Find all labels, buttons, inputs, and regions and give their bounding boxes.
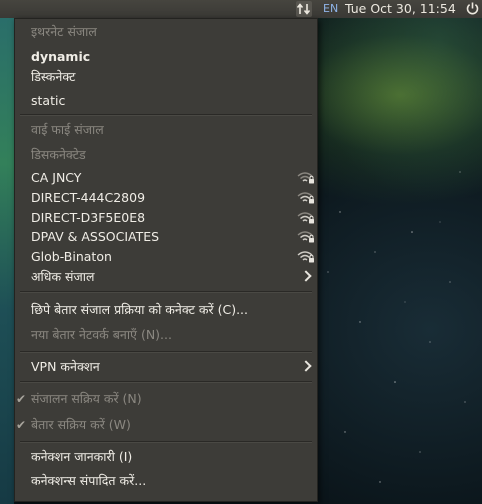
top-panel: EN Tue Oct 30, 11:54 xyxy=(0,0,482,18)
wifi-network-item[interactable]: CA JNCY xyxy=(15,168,317,188)
menu-separator xyxy=(20,351,312,353)
more-networks-item[interactable]: अधिक संजाल xyxy=(15,267,317,287)
network-menu: इथरनेट संजाल dynamic डिस्कनेक्ट static व… xyxy=(14,18,318,502)
enable-networking-item[interactable]: ✔ संजालन सक्रिय करें (N) xyxy=(15,389,317,409)
power-icon[interactable] xyxy=(465,1,480,16)
checkmark-icon: ✔ xyxy=(16,418,27,432)
checkmark-icon: ✔ xyxy=(16,392,27,406)
wifi-network-item[interactable]: DIRECT-D3F5E0E8 xyxy=(15,208,317,228)
menu-separator xyxy=(20,441,312,443)
wifi-network-item[interactable]: DPAV & ASSOCIATES xyxy=(15,227,317,247)
enable-wireless-item[interactable]: ✔ बेतार सक्रिय करें (W) xyxy=(15,415,317,435)
wifi-secure-icon xyxy=(297,251,314,263)
launcher-edge xyxy=(0,18,14,504)
ethernet-static-item[interactable]: static xyxy=(15,91,317,111)
connection-information-item[interactable]: कनेक्शन जानकारी (I) xyxy=(15,447,317,467)
wifi-secure-icon xyxy=(297,231,314,243)
wifi-secure-icon xyxy=(297,212,314,224)
wifi-network-item[interactable]: DIRECT-444C2809 xyxy=(15,188,317,208)
ethernet-section-header: इथरनेट संजाल xyxy=(31,24,97,39)
wifi-network-item[interactable]: Glob-Binaton xyxy=(15,247,317,267)
menu-separator xyxy=(20,291,312,293)
clock[interactable]: Tue Oct 30, 11:54 xyxy=(345,1,456,17)
wifi-secure-icon xyxy=(297,172,314,184)
wifi-status: डिसकनेक्टेड xyxy=(31,147,86,162)
wifi-secure-icon xyxy=(297,192,314,204)
wifi-section-header: वाई फाई संजाल xyxy=(31,122,104,137)
ethernet-dynamic-item[interactable]: dynamic xyxy=(15,47,317,67)
chevron-right-icon xyxy=(300,360,312,372)
menu-separator xyxy=(20,114,312,116)
chevron-right-icon xyxy=(300,270,312,282)
keyboard-language-indicator[interactable]: EN xyxy=(323,2,338,16)
create-new-wireless-item: नया बेतार नेटवर्क बनाएँ (N)... xyxy=(31,327,172,342)
vpn-connections-item[interactable]: VPN कनेक्शन xyxy=(15,357,317,377)
ethernet-disconnect-item[interactable]: डिस्कनेक्ट xyxy=(15,67,317,87)
network-updown-icon[interactable] xyxy=(296,1,312,17)
menu-separator xyxy=(20,381,312,383)
starfield xyxy=(327,171,466,483)
connect-hidden-network-item[interactable]: छिपे बेतार संजाल प्रक्रिया को कनेक्ट करे… xyxy=(15,300,317,320)
edit-connections-item[interactable]: कनेक्शन्स संपादित करें... xyxy=(15,471,317,491)
